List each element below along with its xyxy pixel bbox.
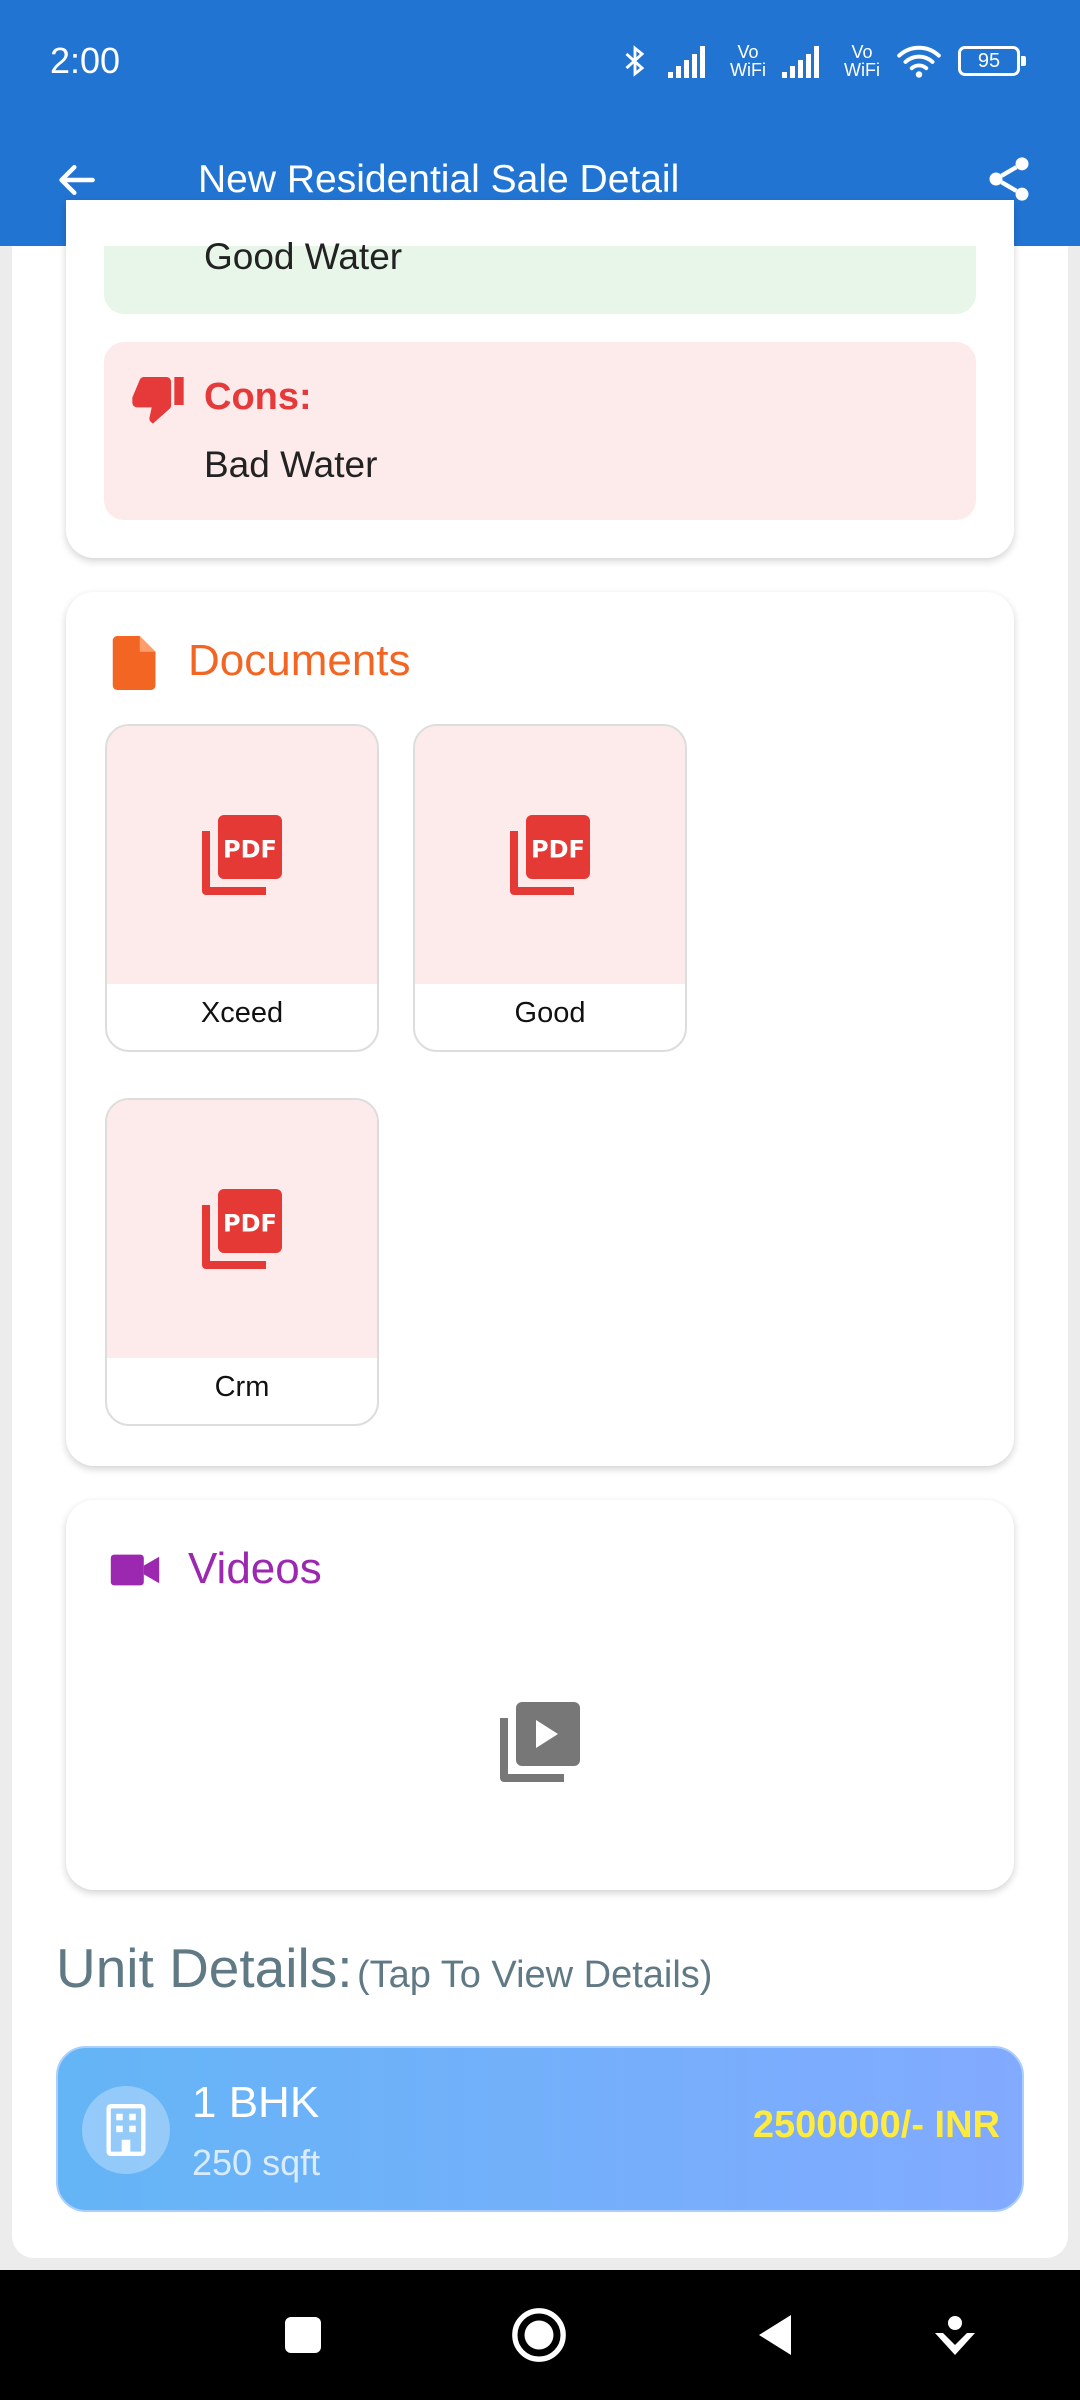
document-thumbnail: PDF bbox=[107, 726, 377, 984]
videos-title: Videos bbox=[188, 1544, 322, 1593]
unit-details-title: Unit Details: bbox=[56, 1937, 353, 1999]
recents-button[interactable] bbox=[268, 2300, 338, 2370]
assistant-button[interactable] bbox=[920, 2300, 990, 2370]
back-nav-button[interactable] bbox=[740, 2300, 810, 2370]
unit-area: 250 sqft bbox=[192, 2142, 321, 2183]
pdf-icon: PDF bbox=[202, 1189, 282, 1269]
home-circle-icon bbox=[512, 2308, 566, 2362]
building-avatar bbox=[82, 2086, 170, 2174]
svg-text:PDF: PDF bbox=[531, 835, 585, 863]
bluetooth-icon bbox=[625, 45, 645, 77]
video-library-icon[interactable] bbox=[492, 1694, 588, 1790]
vowifi-label-1: Vo WiFi bbox=[730, 42, 767, 80]
unit-price: 2500000/- INR bbox=[752, 2104, 1000, 2146]
document-icon bbox=[112, 636, 156, 690]
wifi-icon bbox=[897, 45, 941, 78]
document-thumbnail: PDF bbox=[107, 1100, 377, 1358]
pros-text: Good Water bbox=[204, 236, 403, 277]
document-label: Good bbox=[514, 997, 586, 1029]
share-icon bbox=[989, 157, 1029, 201]
signal-icon bbox=[668, 46, 706, 78]
triangle-back-icon bbox=[759, 2315, 791, 2355]
thumbs-down-icon bbox=[132, 377, 184, 424]
home-button[interactable] bbox=[504, 2300, 574, 2370]
pdf-icon: PDF bbox=[510, 815, 590, 895]
status-icons: Vo WiFi Vo WiFi 95 bbox=[618, 36, 1026, 86]
unit-type: 1 BHK bbox=[192, 2078, 320, 2127]
battery-icon: 95 bbox=[958, 46, 1026, 76]
building-icon bbox=[106, 2104, 146, 2156]
documents-title: Documents bbox=[188, 636, 411, 685]
signal-icon-2 bbox=[782, 46, 820, 78]
unit-details-heading: Unit Details: (Tap To View Details) bbox=[56, 1936, 712, 2000]
svg-text:PDF: PDF bbox=[223, 1209, 277, 1237]
system-navigation-bar bbox=[0, 2270, 1080, 2400]
arrow-left-icon bbox=[59, 164, 95, 196]
svg-text:PDF: PDF bbox=[223, 835, 277, 863]
document-label: Xceed bbox=[200, 997, 284, 1029]
unit-details-hint: (Tap To View Details) bbox=[356, 1954, 713, 1996]
cons-box bbox=[104, 342, 976, 520]
accessibility-icon bbox=[935, 2316, 975, 2355]
document-tile-xceed[interactable]: PDF Xceed bbox=[105, 724, 379, 1052]
cons-label: Cons: bbox=[204, 376, 312, 418]
vowifi-label-2: Vo WiFi bbox=[844, 42, 880, 80]
status-bar: 2:00 Vo WiFi Vo WiFi 95 bbox=[0, 0, 1080, 124]
videocam-icon bbox=[110, 1554, 160, 1586]
document-thumbnail: PDF bbox=[415, 726, 685, 984]
status-time: 2:00 bbox=[50, 40, 121, 81]
document-tile-good[interactable]: PDF Good bbox=[413, 724, 687, 1052]
document-label: Crm bbox=[214, 1371, 270, 1403]
pdf-icon: PDF bbox=[202, 815, 282, 895]
square-icon bbox=[285, 2317, 321, 2353]
cons-text: Bad Water bbox=[204, 444, 378, 485]
unit-card[interactable]: 1 BHK 250 sqft 2500000/- INR bbox=[56, 2046, 1024, 2212]
document-tile-crm[interactable]: PDF Crm bbox=[105, 1098, 379, 1426]
